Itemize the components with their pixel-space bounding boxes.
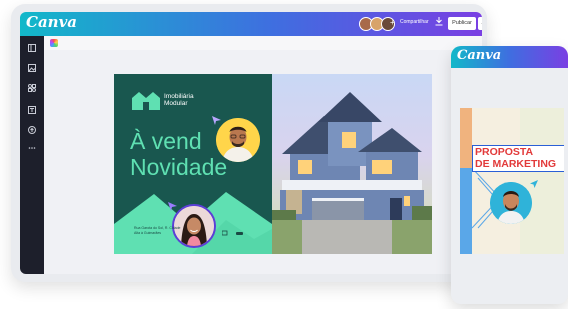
- cursor-pointer-icon: [168, 202, 177, 211]
- share-button[interactable]: Compartilhar: [400, 19, 429, 25]
- room-icons: [221, 230, 246, 238]
- elements-icon[interactable]: [28, 84, 36, 92]
- laptop-frame: Canva + Compartilhar Publicar ...: [11, 4, 487, 282]
- canva-logo: Canva: [26, 13, 77, 31]
- download-icon[interactable]: [433, 16, 445, 31]
- design-footer-text: Rua Garota do Sol, R. Cidade Alta à Guim…: [134, 226, 181, 235]
- design-canvas[interactable]: Imobiliária Modular À vend Novidade Rua …: [114, 74, 432, 254]
- cursor-pointer-icon: [212, 116, 221, 125]
- canva-logo: Canva: [457, 48, 502, 63]
- add-collaborator-icon[interactable]: +: [390, 18, 395, 27]
- design-headline: À vend Novidade: [130, 128, 228, 180]
- editor-window: Canva + Compartilhar Publicar ...: [20, 12, 482, 274]
- house-logo-icon: [132, 92, 160, 110]
- phone-design-canvas[interactable]: PROPOSTA DE MARKETING: [460, 108, 564, 254]
- brand-name: Imobiliária Modular: [164, 93, 194, 107]
- publish-button[interactable]: Publicar: [448, 17, 476, 30]
- editor-topbar: Canva + Compartilhar Publicar ...: [20, 12, 482, 36]
- cursor-pointer-icon: [530, 180, 538, 188]
- design-left-panel: Imobiliária Modular À vend Novidade Rua …: [114, 74, 272, 254]
- more-options-button[interactable]: ...: [478, 17, 482, 30]
- man-portrait-photo[interactable]: [490, 182, 532, 224]
- phone-topbar: Canva: [451, 46, 568, 68]
- house-photo[interactable]: [272, 74, 432, 254]
- editor-toolbar: [44, 36, 482, 50]
- design-background-shapes: [460, 108, 564, 254]
- text-icon[interactable]: [28, 106, 36, 114]
- phone-frame: Canva PROPOSTA DE MARKETING: [451, 46, 568, 304]
- marketing-proposal-title: PROPOSTA DE MARKETING: [472, 145, 564, 172]
- template-icon[interactable]: [28, 44, 36, 52]
- more-icon[interactable]: [28, 144, 36, 152]
- photo-icon[interactable]: [28, 64, 36, 72]
- man-portrait-photo[interactable]: [216, 118, 260, 162]
- upload-icon[interactable]: [28, 126, 36, 134]
- color-palette-icon[interactable]: [50, 39, 58, 47]
- editor-sidebar: [20, 36, 44, 274]
